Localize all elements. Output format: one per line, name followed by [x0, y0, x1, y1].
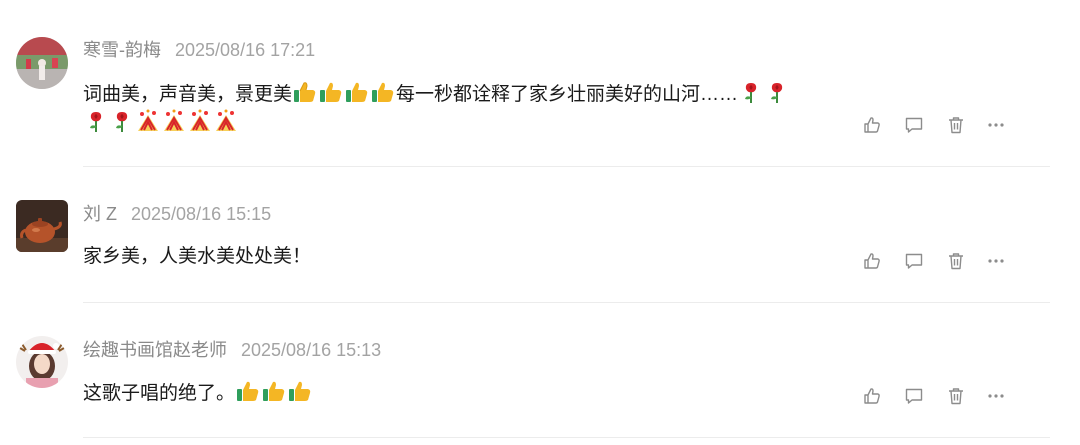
comment-actions	[862, 386, 1012, 408]
comment-meta: 刘 Z 2025/08/16 15:15	[83, 203, 271, 225]
username[interactable]: 寒雪-韵梅	[83, 40, 161, 60]
timestamp: 2025/08/16 15:15	[131, 204, 272, 224]
thumbs-up-emoji	[293, 80, 317, 104]
divider	[83, 437, 1050, 438]
comment-meta: 寒雪-韵梅 2025/08/16 17:21	[83, 39, 315, 61]
text-segment: 每一秒都诠释了家乡壮丽美好的山河……	[396, 84, 739, 105]
timestamp: 2025/08/16 15:13	[241, 340, 382, 360]
more-icon[interactable]	[986, 115, 1006, 135]
thumbs-up-emoji	[236, 379, 260, 403]
comment-meta: 绘趣书画馆赵老师 2025/08/16 15:13	[83, 339, 381, 361]
avatar[interactable]	[16, 37, 68, 89]
delete-icon[interactable]	[946, 251, 966, 271]
like-icon[interactable]	[862, 386, 882, 406]
delete-icon[interactable]	[946, 386, 966, 406]
comment-actions	[862, 115, 1012, 137]
thumbs-up-emoji	[288, 379, 312, 403]
reply-icon[interactable]	[904, 386, 924, 406]
comment-text: 家乡美，人美水美处处美！	[83, 246, 312, 267]
thumbs-up-emoji	[371, 80, 395, 104]
text-segment: 词曲美，声音美，景更美	[83, 84, 293, 105]
more-icon[interactable]	[986, 251, 1006, 271]
firecracker-emoji	[162, 109, 186, 133]
text-segment: 这歌子唱的绝了。	[83, 383, 236, 404]
reply-icon[interactable]	[904, 251, 924, 271]
like-icon[interactable]	[862, 251, 882, 271]
rose-emoji	[765, 80, 789, 104]
timestamp: 2025/08/16 17:21	[175, 40, 316, 60]
firecracker-emoji	[214, 109, 238, 133]
firecracker-emoji	[188, 109, 212, 133]
rose-emoji	[84, 109, 108, 133]
thumbs-up-emoji	[262, 379, 286, 403]
more-icon[interactable]	[986, 386, 1006, 406]
thumbs-up-emoji	[319, 80, 343, 104]
divider	[83, 166, 1050, 167]
comment-actions	[862, 251, 1012, 273]
username[interactable]: 刘 Z	[83, 204, 117, 224]
rose-emoji	[110, 109, 134, 133]
delete-icon[interactable]	[946, 115, 966, 135]
reply-icon[interactable]	[904, 115, 924, 135]
avatar[interactable]	[16, 336, 68, 388]
username[interactable]: 绘趣书画馆赵老师	[83, 340, 227, 360]
thumbs-up-emoji	[345, 80, 369, 104]
firecracker-emoji	[136, 109, 160, 133]
avatar[interactable]	[16, 200, 68, 252]
comment-text: 词曲美，声音美，景更美 每一秒都诠释了家乡壮丽美好的山河……	[83, 80, 803, 138]
like-icon[interactable]	[862, 115, 882, 135]
comment-text: 这歌子唱的绝了。	[83, 379, 803, 408]
divider	[83, 302, 1050, 303]
rose-emoji	[739, 80, 763, 104]
